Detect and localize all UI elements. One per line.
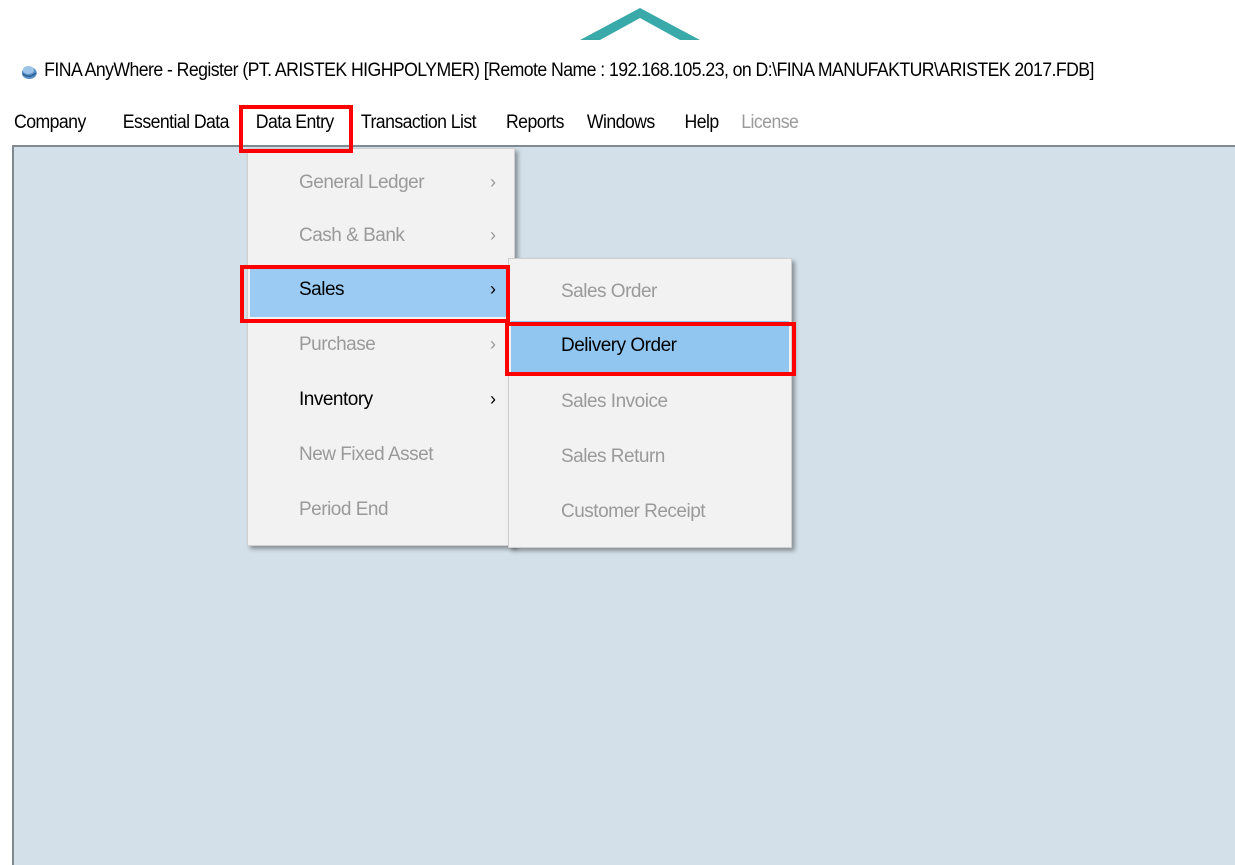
menu-transaction-list[interactable]: Transaction List <box>361 112 477 134</box>
menu-item-sales[interactable]: Sales › <box>250 265 512 317</box>
menu-item-label: Sales <box>299 279 345 300</box>
menu-windows[interactable]: Windows <box>587 112 655 134</box>
menu-item-new-fixed-asset[interactable]: New Fixed Asset <box>250 430 512 482</box>
menu-item-label: Sales Invoice <box>561 391 668 412</box>
submenu-arrow-icon: › <box>490 172 496 192</box>
menu-item-label: Sales Order <box>561 281 657 302</box>
menu-item-label: New Fixed Asset <box>299 444 434 465</box>
menu-item-label: Inventory <box>299 389 373 410</box>
menu-company[interactable]: Company <box>14 112 86 134</box>
menu-item-inventory[interactable]: Inventory › <box>250 375 512 427</box>
menu-data-entry[interactable]: Data Entry <box>256 112 334 134</box>
menu-essential-data[interactable]: Essential Data <box>123 112 230 134</box>
top-decoration <box>580 8 700 40</box>
window-title-bar: FINA AnyWhere - Register (PT. ARISTEK HI… <box>20 56 1094 86</box>
menu-item-purchase[interactable]: Purchase › <box>250 320 512 372</box>
menu-item-label: Cash & Bank <box>299 225 405 246</box>
menu-item-label: Purchase <box>299 334 376 355</box>
menu-license[interactable]: License <box>741 112 799 134</box>
menu-item-label: Sales Return <box>561 446 665 467</box>
menu-item-label: Customer Receipt <box>561 501 706 522</box>
menu-item-general-ledger[interactable]: General Ledger › <box>250 158 512 210</box>
menu-item-period-end[interactable]: Period End <box>250 485 512 537</box>
sales-submenu: Sales Order Delivery Order Sales Invoice… <box>508 258 792 548</box>
window-title: FINA AnyWhere - Register (PT. ARISTEK HI… <box>44 60 1094 81</box>
submenu-arrow-icon: › <box>490 279 496 299</box>
menu-item-label: Delivery Order <box>561 335 677 356</box>
menu-item-label: Period End <box>299 499 389 520</box>
menu-item-delivery-order[interactable]: Delivery Order <box>511 321 789 373</box>
submenu-arrow-icon: › <box>490 389 496 409</box>
submenu-arrow-icon: › <box>490 334 496 354</box>
app-logo-icon <box>21 66 37 79</box>
menu-item-sales-invoice[interactable]: Sales Invoice <box>511 377 789 429</box>
menu-item-sales-order[interactable]: Sales Order <box>511 267 789 319</box>
menu-reports[interactable]: Reports <box>506 112 565 134</box>
menu-item-customer-receipt[interactable]: Customer Receipt <box>511 487 789 539</box>
data-entry-dropdown: General Ledger › Cash & Bank › Sales › P… <box>247 148 515 546</box>
menu-item-cash-bank[interactable]: Cash & Bank › <box>250 211 512 263</box>
menu-help[interactable]: Help <box>685 112 720 134</box>
menu-item-label: General Ledger <box>299 172 425 193</box>
submenu-arrow-icon: › <box>490 225 496 245</box>
menu-item-sales-return[interactable]: Sales Return <box>511 432 789 484</box>
